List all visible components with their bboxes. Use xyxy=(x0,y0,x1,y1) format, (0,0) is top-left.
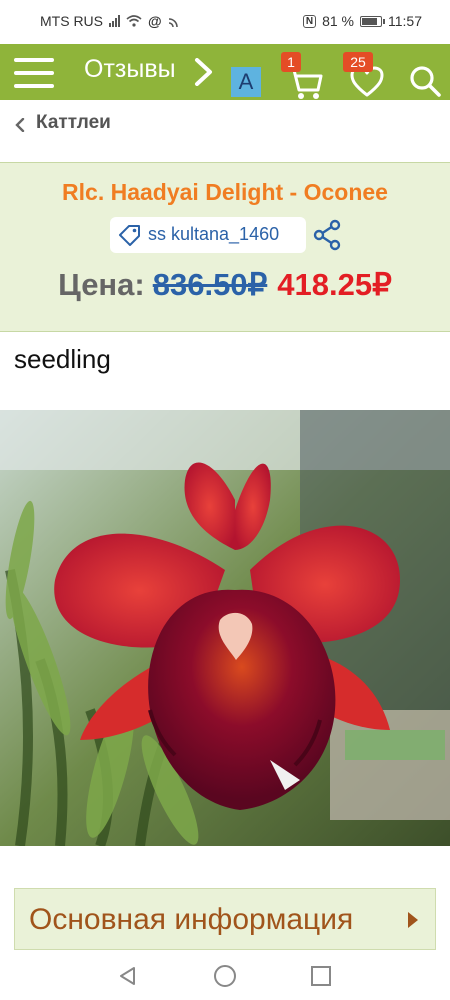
nav-recent-icon[interactable] xyxy=(311,966,331,986)
language-button[interactable]: A xyxy=(231,67,261,97)
clock: 11:57 xyxy=(388,13,422,29)
product-card: Rlc. Haadyai Delight - Oconee ss kultana… xyxy=(0,162,450,332)
status-right: N 81 % 11:57 xyxy=(302,13,422,29)
vendor-tag-label[interactable]: ss kultana_1460 xyxy=(148,224,279,245)
cast-icon xyxy=(168,17,178,27)
status-left: MTS RUS @ xyxy=(40,13,181,29)
breadcrumb[interactable]: Каттлеи xyxy=(0,100,450,150)
tag-icon xyxy=(119,225,140,246)
price-label: Цена: xyxy=(58,267,145,302)
breadcrumb-label[interactable]: Каттлеи xyxy=(36,112,111,134)
product-title: Rlc. Haadyai Delight - Oconee xyxy=(62,179,388,205)
new-price: 418.25₽ xyxy=(277,267,392,302)
carrier-label: MTS RUS xyxy=(40,13,103,29)
caret-right-icon[interactable] xyxy=(407,911,419,929)
nfc-icon: N xyxy=(302,14,317,28)
hamburger-icon[interactable] xyxy=(14,58,54,88)
nav-home-icon[interactable] xyxy=(214,965,236,987)
share-icon[interactable] xyxy=(312,219,342,251)
product-description: seedling xyxy=(14,344,111,374)
battery-icon xyxy=(360,15,385,27)
cart-count-badge: 1 xyxy=(281,52,301,72)
status-bar: MTS RUS @ N 81 % 11:57 xyxy=(0,0,450,44)
section-main-info[interactable]: Основная информация xyxy=(14,888,436,950)
chevron-left-icon[interactable] xyxy=(14,118,26,132)
old-price: 836.50₽ xyxy=(152,267,268,302)
favorites-count-badge: 25 xyxy=(343,52,373,72)
orchid-image xyxy=(0,410,450,846)
vendor-tag[interactable]: ss kultana_1460 xyxy=(110,217,306,253)
nav-back-icon[interactable] xyxy=(118,966,138,986)
wifi-icon xyxy=(126,15,142,27)
price-row: Цена: 836.50₽ 418.25₽ xyxy=(0,267,450,303)
signal-icon xyxy=(109,15,120,27)
battery-percent: 81 % xyxy=(322,13,354,29)
header-title[interactable]: Отзывы xyxy=(84,55,188,84)
product-photo[interactable] xyxy=(0,410,450,846)
chevron-right-icon[interactable] xyxy=(192,58,216,86)
at-icon: @ xyxy=(148,13,162,29)
section-title[interactable]: Основная информация xyxy=(29,903,353,937)
search-icon[interactable] xyxy=(408,64,442,98)
system-nav-bar xyxy=(0,950,450,1000)
